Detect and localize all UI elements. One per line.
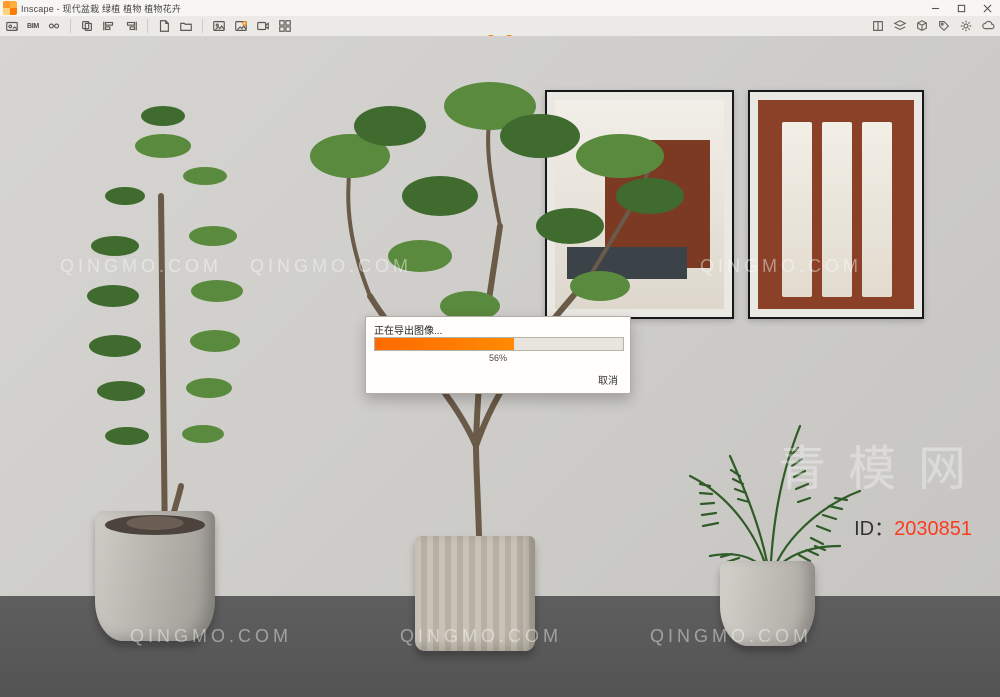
maximize-button[interactable] <box>948 0 974 16</box>
pot-center <box>415 536 535 651</box>
id-value: 2030851 <box>894 518 972 540</box>
pot-right <box>720 561 815 646</box>
wall-art-right <box>748 90 924 319</box>
pot-left <box>95 511 215 641</box>
brand-char: 网 <box>918 429 966 499</box>
link-icon[interactable] <box>46 18 62 34</box>
window-title: Inscape - 现代盆栽 绿植 植物 植物花卉 <box>21 2 181 15</box>
viewport[interactable]: QINGMO.COM QINGMO.COM QINGMO.COM QINGMO.… <box>0 36 1000 661</box>
brand-char: 青 <box>778 429 826 499</box>
book-icon[interactable] <box>870 18 886 34</box>
image-export-b-icon[interactable] <box>233 18 249 34</box>
main-toolbar: BIM <box>0 16 1000 37</box>
video-export-icon[interactable] <box>255 18 271 34</box>
grid-icon[interactable] <box>277 18 293 34</box>
progress-percent: 56% <box>366 353 630 363</box>
app-icon <box>3 1 17 15</box>
toolbar-separator <box>202 19 203 33</box>
model-id: ID：2030851 <box>854 512 972 541</box>
brand-watermark: 青 模 网 <box>778 429 966 499</box>
window-controls <box>922 0 1000 16</box>
gear-icon[interactable] <box>958 18 974 34</box>
folder-icon[interactable] <box>178 18 194 34</box>
progress-bar-fill <box>375 338 514 350</box>
toolbar-separator <box>70 19 71 33</box>
minimize-button[interactable] <box>922 0 948 16</box>
layers-icon[interactable] <box>892 18 908 34</box>
wall-art-left <box>545 90 734 319</box>
export-progress-dialog: 正在导出图像... 56% 取消 <box>365 316 631 394</box>
dialog-title: 正在导出图像... <box>374 322 442 337</box>
id-prefix: ID： <box>854 518 894 540</box>
bim-button[interactable]: BIM <box>26 18 40 34</box>
tag-icon[interactable] <box>936 18 952 34</box>
align-right-icon[interactable] <box>123 18 139 34</box>
cancel-button[interactable]: 取消 <box>598 372 618 387</box>
brand-char: 模 <box>848 429 896 499</box>
cloud-icon[interactable] <box>980 18 996 34</box>
close-button[interactable] <box>974 0 1000 16</box>
image-export-a-icon[interactable] <box>211 18 227 34</box>
align-left-icon[interactable] <box>101 18 117 34</box>
page-icon[interactable] <box>156 18 172 34</box>
title-bar: Inscape - 现代盆栽 绿植 植物 植物花卉 <box>0 0 1000 16</box>
toolbar-separator <box>147 19 148 33</box>
copy-icon[interactable] <box>79 18 95 34</box>
cube-icon[interactable] <box>914 18 930 34</box>
progress-bar <box>374 337 624 351</box>
library-icon[interactable] <box>4 18 20 34</box>
